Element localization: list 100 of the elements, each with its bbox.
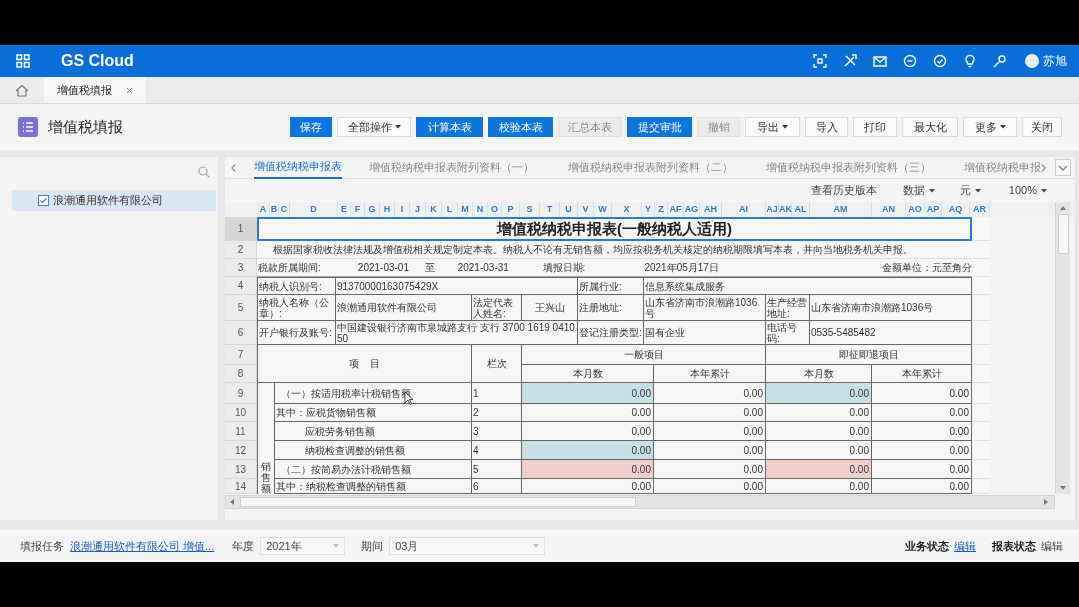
- caret-icon[interactable]: [928, 188, 935, 193]
- column-header[interactable]: AI: [722, 202, 766, 217]
- column-header[interactable]: N: [473, 202, 488, 217]
- toolbar-button[interactable]: 导入: [805, 117, 848, 137]
- column-header[interactable]: AJ: [766, 202, 779, 217]
- caret-icon[interactable]: [999, 125, 1006, 129]
- avatar[interactable]: [1025, 54, 1039, 68]
- list-icon[interactable]: [18, 117, 38, 137]
- sheet-tab[interactable]: 增值税纳税申报表附列资料（三）: [766, 156, 938, 179]
- column-header[interactable]: AQ: [942, 202, 970, 217]
- scrollbar-thumb[interactable]: [1057, 214, 1069, 254]
- history-link[interactable]: 查看历史版本: [810, 182, 877, 199]
- column-header[interactable]: C: [279, 202, 290, 217]
- column-header[interactable]: AO: [906, 202, 925, 217]
- amount-cell: 0.00: [872, 383, 972, 404]
- tabs-dropdown-button[interactable]: [1054, 159, 1071, 176]
- sheet-tab[interactable]: 增值税纳税申报表: [254, 156, 343, 179]
- menu-dropdown[interactable]: 元: [959, 182, 981, 199]
- arrow-left-icon[interactable]: [230, 499, 234, 505]
- column-header[interactable]: K: [426, 202, 442, 217]
- column-header[interactable]: I: [395, 202, 410, 217]
- check-circle-icon[interactable]: [933, 54, 947, 68]
- column-header[interactable]: A: [257, 202, 270, 217]
- arrow-down-icon[interactable]: [1060, 486, 1066, 490]
- column-header[interactable]: U: [560, 202, 578, 217]
- toolbar-button[interactable]: 提交审批: [627, 117, 692, 137]
- section-label: 销售额: [261, 461, 271, 494]
- column-header[interactable]: T: [540, 202, 560, 217]
- toolbar-button[interactable]: 最大化: [902, 117, 958, 137]
- column-header[interactable]: J: [410, 202, 426, 217]
- column-header[interactable]: F: [351, 202, 365, 217]
- sheet-tab[interactable]: 增值税纳税申报表附列资料（二）: [567, 156, 740, 179]
- chat-icon[interactable]: [903, 54, 917, 68]
- column-header[interactable]: H: [380, 202, 395, 217]
- toolbar-button[interactable]: 关闭: [1022, 117, 1062, 137]
- chevron-right-icon[interactable]: [1041, 162, 1047, 173]
- vertical-scrollbar[interactable]: [1055, 202, 1070, 494]
- lightbulb-icon[interactable]: [963, 54, 977, 68]
- column-header[interactable]: O: [488, 202, 502, 217]
- toolbar-button[interactable]: 导出: [745, 117, 800, 137]
- column-header[interactable]: W: [594, 202, 612, 217]
- column-header[interactable]: AK: [779, 202, 792, 217]
- toolbar-button[interactable]: 计算本表: [416, 117, 483, 137]
- menu-dropdown[interactable]: 数据: [902, 182, 935, 199]
- form-value: 信息系统集成服务: [644, 277, 972, 295]
- column-header[interactable]: D: [290, 202, 338, 217]
- arrow-up-icon[interactable]: [1060, 206, 1066, 210]
- status-label: 业务状态: [905, 538, 949, 554]
- column-header[interactable]: AL: [792, 202, 810, 217]
- mail-icon[interactable]: [873, 54, 887, 68]
- close-icon[interactable]: [126, 86, 133, 94]
- column-header[interactable]: AG: [684, 202, 700, 217]
- amount-cell: 0.00: [872, 422, 972, 441]
- year-select[interactable]: 2021年: [260, 537, 346, 555]
- column-header[interactable]: L: [442, 202, 458, 217]
- expand-icon[interactable]: [813, 54, 827, 68]
- toolbar-button[interactable]: 更多: [963, 117, 1017, 137]
- chevron-down-icon[interactable]: [1057, 164, 1068, 171]
- column-header[interactable]: Z: [655, 202, 668, 217]
- task-link[interactable]: 浪潮通用软件有限公司 增值...: [70, 537, 215, 555]
- column-header[interactable]: AM: [810, 202, 872, 217]
- user-name[interactable]: 苏旭: [1043, 52, 1067, 70]
- caret-icon[interactable]: [782, 125, 788, 129]
- sheet-tab[interactable]: 增值税纳税申报: [964, 156, 1042, 179]
- document-check-icon[interactable]: [38, 195, 49, 206]
- chevron-left-icon[interactable]: [231, 162, 237, 173]
- home-icon[interactable]: [15, 84, 29, 97]
- period-select[interactable]: 03月: [389, 537, 546, 555]
- column-header[interactable]: P: [502, 202, 520, 217]
- column-header[interactable]: M: [458, 202, 473, 217]
- scrollbar-thumb[interactable]: [240, 497, 636, 507]
- column-header[interactable]: E: [338, 202, 351, 217]
- arrow-right-icon[interactable]: [1044, 499, 1048, 505]
- column-header[interactable]: X: [612, 202, 642, 217]
- tree-item[interactable]: 浪潮通用软件有限公司: [12, 190, 216, 211]
- column-header[interactable]: B: [270, 202, 279, 217]
- column-header[interactable]: AP: [925, 202, 942, 217]
- column-header[interactable]: AN: [872, 202, 906, 217]
- column-header[interactable]: AF: [668, 202, 684, 217]
- toolbar-button[interactable]: 保存: [290, 117, 332, 137]
- table-header: 项 目: [257, 345, 472, 383]
- tab[interactable]: 增值税填报: [44, 77, 146, 103]
- toolbar-button[interactable]: 打印: [853, 117, 897, 137]
- caret-icon[interactable]: [1041, 188, 1047, 193]
- status-link[interactable]: 编辑: [954, 537, 976, 555]
- sheet-tab[interactable]: 增值税纳税申报表附列资料（一）: [369, 156, 541, 179]
- column-header[interactable]: S: [520, 202, 540, 217]
- user-search-icon[interactable]: [993, 54, 1007, 68]
- toolbar-button[interactable]: 全部操作: [337, 117, 411, 137]
- caret-icon[interactable]: [394, 125, 401, 129]
- column-header[interactable]: AH: [700, 202, 722, 217]
- column-header[interactable]: G: [365, 202, 380, 217]
- toolbar-button[interactable]: 校验本表: [488, 117, 553, 137]
- horizontal-scrollbar[interactable]: [225, 495, 1055, 509]
- caret-icon[interactable]: [974, 188, 981, 193]
- column-header[interactable]: Y: [642, 202, 655, 217]
- column-header[interactable]: V: [578, 202, 594, 217]
- apps-icon[interactable]: [16, 54, 30, 68]
- form-value: 91370000163075429X: [336, 277, 578, 295]
- menu-dropdown[interactable]: 100%: [1008, 182, 1047, 199]
